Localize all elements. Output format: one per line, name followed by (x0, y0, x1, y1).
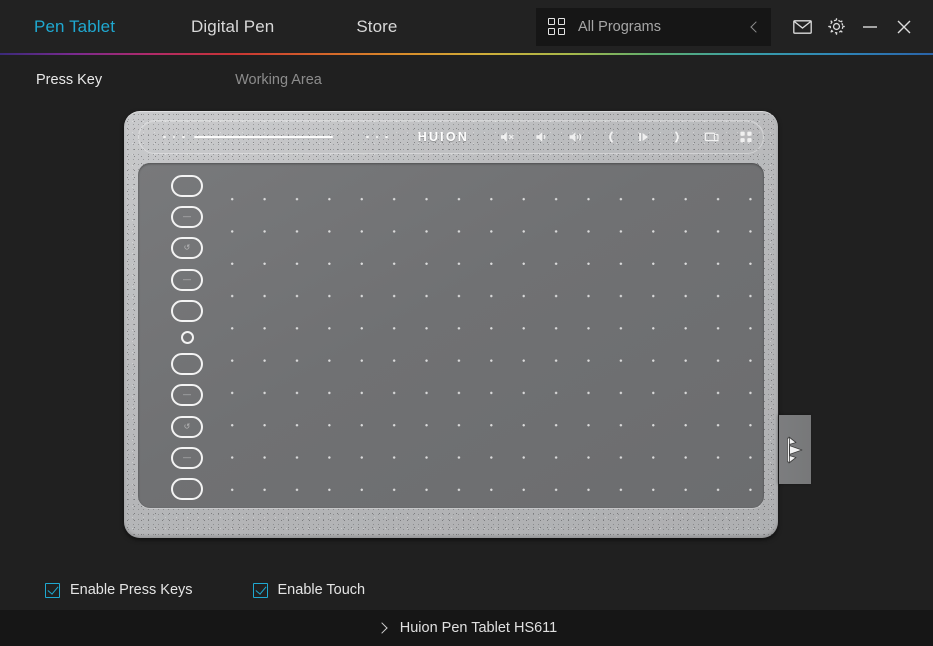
top-navigation-bar: Pen Tablet Digital Pen Store All Program… (0, 0, 933, 53)
next-track-icon (675, 131, 679, 143)
checkbox-enable-touch-label: Enable Touch (277, 582, 366, 598)
working-area-dot-grid (214, 179, 756, 498)
press-key-3-glyph: ↺ (183, 243, 191, 253)
close-icon (897, 20, 911, 33)
tab-store[interactable]: Store (356, 0, 397, 53)
press-key-3[interactable]: ↺ (171, 237, 203, 260)
tab-pen-tablet[interactable]: Pen Tablet (34, 0, 115, 53)
press-key-9[interactable]: ↺ (171, 415, 203, 438)
subtab-press-key[interactable]: Press Key (36, 72, 102, 88)
press-key-10-glyph: — (183, 452, 191, 462)
chevron-left-icon[interactable] (747, 20, 761, 34)
huion-logo: HUION (417, 130, 469, 144)
checkbox-enable-press-keys[interactable]: Enable Press Keys (45, 582, 193, 598)
options-row: Enable Press Keys Enable Touch (0, 575, 365, 605)
subtab-working-area-label: Working Area (235, 72, 322, 88)
tab-pen-tablet-label: Pen Tablet (34, 17, 116, 36)
media-key-play-pause[interactable] (627, 126, 661, 148)
press-key-7[interactable] (171, 353, 203, 376)
minimize-icon (863, 25, 877, 28)
sub-navigation: Press Key Working Area (0, 55, 933, 105)
media-key-switch-screen[interactable] (695, 126, 729, 148)
press-key-8[interactable]: — (171, 384, 203, 407)
press-key-11[interactable] (171, 477, 203, 500)
media-key-row (491, 126, 763, 148)
previous-track-icon (609, 131, 613, 143)
press-key-9-glyph: ↺ (183, 421, 191, 431)
press-key-5[interactable] (171, 299, 203, 322)
close-button[interactable] (887, 10, 921, 44)
main-content: HUION — ↺ — — ↺ — (0, 105, 933, 538)
tab-store-label: Store (356, 17, 398, 36)
press-key-1[interactable] (171, 175, 203, 197)
press-key-2[interactable]: — (171, 206, 203, 229)
media-key-next-track[interactable] (661, 126, 695, 148)
press-key-4-glyph: — (183, 274, 191, 284)
mail-icon (792, 19, 812, 34)
all-programs-label: All Programs (578, 18, 661, 35)
tablet-working-area[interactable]: — ↺ — — ↺ — (138, 163, 764, 508)
grid-icon (548, 18, 565, 35)
subtab-working-area[interactable]: Working Area (235, 72, 322, 88)
play-pause-icon (639, 133, 648, 141)
mail-button[interactable] (785, 10, 819, 44)
tablet-illustration: HUION — ↺ — — ↺ — (124, 111, 778, 538)
volume-mute-icon (501, 132, 514, 142)
window-buttons (785, 10, 921, 44)
media-key-volume-mute[interactable] (491, 126, 525, 148)
press-key-4[interactable]: — (171, 268, 203, 291)
media-key-volume-up[interactable] (559, 126, 593, 148)
app-window: Pen Tablet Digital Pen Store All Program… (0, 0, 933, 646)
press-keys-column: — ↺ — — ↺ — (164, 175, 210, 500)
minimize-button[interactable] (853, 10, 887, 44)
checkbox-enable-touch[interactable]: Enable Touch (252, 582, 366, 598)
subtab-press-key-label: Press Key (36, 72, 103, 88)
media-key-show-apps[interactable] (729, 126, 763, 148)
device-footer: Huion Pen Tablet HS611 (0, 610, 933, 646)
press-key-10[interactable]: — (171, 446, 203, 469)
checkbox-enable-touch-box[interactable] (252, 582, 268, 598)
topbar-right-controls: All Programs (536, 0, 933, 53)
volume-down-icon (536, 132, 546, 142)
show-apps-icon (739, 131, 752, 143)
chevron-right-icon[interactable] (376, 621, 388, 635)
switch-screen-icon (704, 132, 719, 142)
tab-digital-pen-label: Digital Pen (191, 17, 275, 36)
checkbox-enable-press-keys-label: Enable Press Keys (70, 582, 193, 598)
press-key-2-glyph: — (183, 212, 191, 222)
main-tabs: Pen Tablet Digital Pen Store (0, 0, 397, 53)
device-selector[interactable]: Huion Pen Tablet HS611 (376, 620, 557, 636)
checkbox-enable-press-keys-box[interactable] (45, 582, 60, 598)
all-programs-selector[interactable]: All Programs (536, 7, 771, 46)
touch-slider[interactable] (193, 135, 334, 139)
tablet-top-strip: HUION (138, 120, 764, 154)
side-panel-toggle[interactable] (779, 415, 811, 484)
gear-icon (827, 18, 845, 35)
tab-digital-pen[interactable]: Digital Pen (191, 0, 274, 53)
press-key-6-round[interactable] (180, 330, 194, 344)
media-key-previous-track[interactable] (593, 126, 627, 148)
media-key-volume-down[interactable] (525, 126, 559, 148)
touch-strip-right-dots (366, 135, 388, 139)
press-key-8-glyph: — (183, 390, 191, 400)
settings-button[interactable] (819, 10, 853, 44)
device-name-label: Huion Pen Tablet HS611 (399, 620, 558, 636)
touch-strip-left-dots (163, 135, 185, 139)
volume-up-icon (569, 132, 581, 142)
pen-pointer-icon (787, 436, 803, 463)
